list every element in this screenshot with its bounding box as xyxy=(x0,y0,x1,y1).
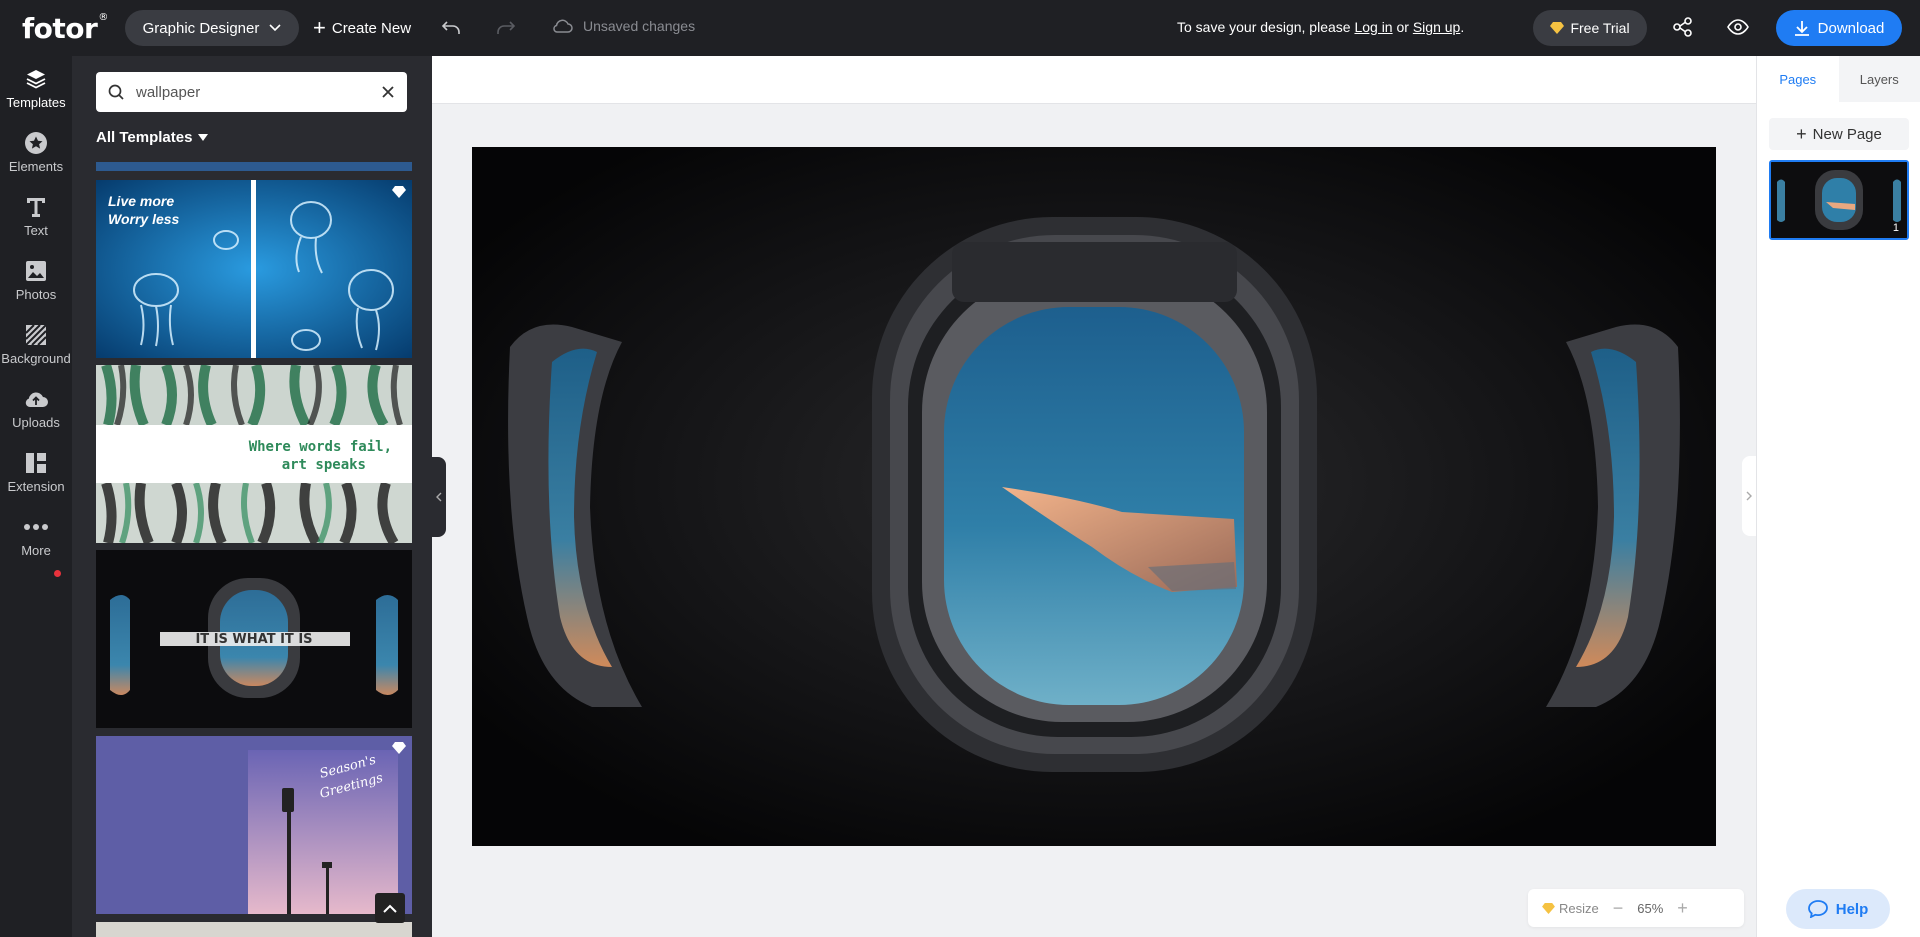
new-page-button[interactable]: + New Page xyxy=(1769,118,1909,150)
dots-icon xyxy=(23,514,49,540)
help-button[interactable]: Help xyxy=(1786,889,1890,929)
cloud-icon xyxy=(553,19,573,33)
rail-item-text[interactable]: Text xyxy=(0,194,72,254)
chevron-right-icon xyxy=(1746,491,1752,501)
zoom-in-button[interactable]: + xyxy=(1677,898,1688,919)
zoom-controls: Resize − 65% + xyxy=(1528,889,1744,927)
free-trial-button[interactable]: Free Trial xyxy=(1533,10,1647,46)
all-templates-filter[interactable]: All Templates xyxy=(96,129,209,146)
zoom-out-button[interactable]: − xyxy=(1613,898,1624,919)
rail-item-photos[interactable]: Photos xyxy=(0,258,72,318)
airplane-window-image: IT IS WHAT IT IS xyxy=(96,550,412,728)
rail-item-elements[interactable]: Elements xyxy=(0,130,72,190)
cloud-upload-icon xyxy=(23,386,49,412)
image-icon xyxy=(23,258,49,284)
top-bar: fotor® Graphic Designer + Create New Uns… xyxy=(0,0,1920,56)
template-text-line2: Worry less xyxy=(108,211,180,227)
template-card-airplane-window[interactable]: IT IS WHAT IT IS xyxy=(96,550,412,728)
fotor-logo[interactable]: fotor® xyxy=(22,12,108,45)
share-button[interactable] xyxy=(1672,16,1694,43)
star-circle-icon xyxy=(23,130,49,156)
premium-diamond-icon xyxy=(392,186,406,198)
notification-dot xyxy=(54,570,61,577)
tab-pages[interactable]: Pages xyxy=(1757,56,1839,102)
search-icon xyxy=(108,84,124,100)
resize-button[interactable]: Resize xyxy=(1542,901,1599,916)
plus-icon: + xyxy=(313,15,326,40)
template-card-partial-bottom[interactable] xyxy=(96,922,412,937)
tab-layers[interactable]: Layers xyxy=(1838,56,1920,102)
signup-link[interactable]: Sign up xyxy=(1413,19,1460,35)
graphic-designer-dropdown[interactable]: Graphic Designer xyxy=(125,10,299,46)
redo-button[interactable] xyxy=(492,14,520,42)
canvas-toolbar xyxy=(432,56,1756,104)
stripes-icon xyxy=(23,322,49,348)
rail-item-uploads[interactable]: Uploads xyxy=(0,386,72,446)
search-input[interactable] xyxy=(136,83,369,101)
page-thumbnail-image xyxy=(1771,162,1907,238)
paint-strokes-image: Where words fail, art speaks xyxy=(96,365,412,543)
diamond-icon xyxy=(1550,22,1565,34)
collapse-panel-handle[interactable] xyxy=(432,457,446,537)
create-new-button[interactable]: + Create New xyxy=(313,10,411,46)
template-text-line1: IT IS WHAT IT IS xyxy=(195,632,312,647)
download-button[interactable]: Download xyxy=(1776,10,1902,46)
zoom-value[interactable]: 65% xyxy=(1637,901,1663,916)
download-icon xyxy=(1794,21,1809,36)
template-card-art-speaks[interactable]: Where words fail, art speaks xyxy=(96,365,412,543)
template-search xyxy=(96,72,407,112)
chevron-up-icon xyxy=(383,904,397,913)
eye-icon xyxy=(1727,19,1749,35)
design-artboard[interactable] xyxy=(472,147,1716,846)
login-link[interactable]: Log in xyxy=(1354,19,1392,35)
save-message: To save your design, please Log in or Si… xyxy=(1177,19,1465,35)
layers-icon xyxy=(23,66,49,92)
left-rail: Templates Elements Text Photos Backgroun… xyxy=(0,56,72,937)
seasons-greetings-image: Season's Greetings xyxy=(96,736,412,914)
diamond-icon xyxy=(1542,902,1555,914)
unsaved-status: Unsaved changes xyxy=(551,18,695,34)
rail-item-extension[interactable]: Extension xyxy=(0,450,72,510)
designer-label: Graphic Designer xyxy=(142,19,260,37)
page-number: 1 xyxy=(1892,222,1899,234)
template-card-partial[interactable] xyxy=(96,162,412,171)
redo-icon xyxy=(497,21,516,34)
share-icon xyxy=(1673,17,1692,37)
chevron-left-icon xyxy=(436,492,442,502)
right-panel-tabs: Pages Layers xyxy=(1757,56,1920,102)
template-text-line1: Where words fail, xyxy=(249,439,392,455)
templates-panel: All Templates Live more Worry less xyxy=(72,56,432,937)
page-thumbnail[interactable]: 1 xyxy=(1769,160,1909,240)
preview-button[interactable] xyxy=(1727,16,1749,43)
right-panel: Pages Layers + New Page 1 xyxy=(1756,56,1920,937)
clear-search-icon[interactable] xyxy=(381,85,395,99)
plus-icon: + xyxy=(1796,123,1807,144)
template-text-line2: art speaks xyxy=(282,457,366,473)
jellyfish-image: Live more Worry less xyxy=(96,180,412,358)
scroll-to-top-button[interactable] xyxy=(375,893,405,923)
rail-item-background[interactable]: Background xyxy=(0,322,72,382)
airplane-window-photo xyxy=(472,147,1716,846)
text-t-icon xyxy=(23,194,49,220)
chat-bubble-icon xyxy=(1807,900,1828,918)
chevron-down-icon xyxy=(269,24,281,32)
undo-icon xyxy=(441,21,460,34)
premium-diamond-icon xyxy=(392,742,406,754)
expand-right-panel-handle[interactable] xyxy=(1742,456,1756,536)
template-card-jellyfish[interactable]: Live more Worry less xyxy=(96,180,412,358)
grid-icon xyxy=(23,450,49,476)
rail-item-more[interactable]: More xyxy=(0,514,72,574)
undo-button[interactable] xyxy=(437,14,465,42)
caret-down-icon xyxy=(198,134,209,141)
template-card-seasons-greetings[interactable]: Season's Greetings xyxy=(96,736,412,914)
rail-item-templates[interactable]: Templates xyxy=(0,66,72,126)
template-text-line1: Live more xyxy=(108,193,174,209)
